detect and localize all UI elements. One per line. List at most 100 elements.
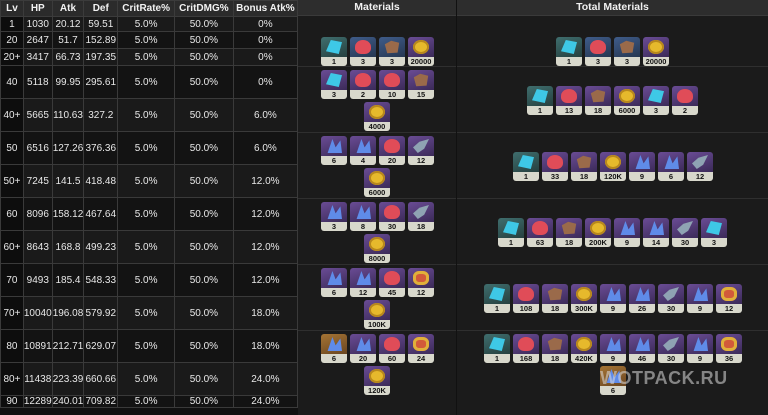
material-item: 3 <box>379 37 405 66</box>
stats-cell-cd: 50.0% <box>174 98 234 132</box>
stats-cell-atk: 168.8 <box>51 230 85 264</box>
material-item: 30 <box>658 284 684 313</box>
stats-cell-cd: 50.0% <box>174 65 234 99</box>
material-qty: 18 <box>571 172 597 181</box>
stats-cell-def: 327.2 <box>83 98 119 132</box>
stats-cell-def: 629.07 <box>83 329 119 363</box>
material-item: 120K <box>364 366 390 395</box>
header-atk: Atk <box>51 0 85 17</box>
ore-icon <box>532 221 548 235</box>
stats-cell-ba: 6.0% <box>232 98 299 132</box>
coin-icon <box>369 171 385 185</box>
material-item: 8000 <box>364 234 390 263</box>
coin-icon <box>413 40 429 54</box>
stats-cell-lv: 40+ <box>0 98 24 132</box>
material-qty: 18 <box>408 222 434 231</box>
material-qty: 1 <box>513 172 539 181</box>
stats-cell-lv: 50 <box>0 131 24 165</box>
header-lv: Lv <box>0 0 24 17</box>
stats-cell-def: 152.89 <box>83 31 119 49</box>
leather-icon <box>590 89 606 103</box>
material-item: 13 <box>556 86 582 115</box>
shard-icon <box>635 287 650 301</box>
material-item: 120K <box>600 152 626 181</box>
leather-icon <box>561 221 577 235</box>
leather-icon <box>576 155 592 169</box>
material-qty: 12 <box>716 304 742 313</box>
stats-cell-cr: 5.0% <box>117 131 176 165</box>
stats-cell-hp: 1030 <box>22 16 53 32</box>
material-item: 1 <box>484 334 510 363</box>
stats-cell-lv: 60+ <box>0 230 24 264</box>
material-item: 6 <box>321 136 347 165</box>
shard-icon <box>693 287 708 301</box>
stats-cell-cd: 50.0% <box>174 395 234 408</box>
material-item: 2 <box>350 70 376 99</box>
material-qty: 1 <box>321 57 347 66</box>
material-qty: 20 <box>379 156 405 165</box>
material-qty: 18 <box>542 354 568 363</box>
material-qty: 18 <box>542 304 568 313</box>
material-item: 18 <box>542 284 568 313</box>
material-item: 14 <box>643 218 669 247</box>
material-qty: 9 <box>687 304 713 313</box>
material-qty: 1 <box>527 106 553 115</box>
material-qty: 9 <box>600 354 626 363</box>
stats-cell-cr: 5.0% <box>117 48 176 66</box>
material-qty: 20 <box>350 354 376 363</box>
material-item: 12 <box>408 136 434 165</box>
stats-cell-lv: 20+ <box>0 48 24 66</box>
material-qty: 36 <box>716 354 742 363</box>
stats-cell-lv: 50+ <box>0 164 24 198</box>
crystal-icon <box>648 89 664 103</box>
stats-cell-def: 376.36 <box>83 131 119 165</box>
group-divider <box>457 264 768 265</box>
material-qty: 12 <box>408 288 434 297</box>
ascension-table-screenshot: Lv HP Atk Def CritRate% CritDMG% Bonus A… <box>0 0 768 415</box>
coin-icon <box>369 237 385 251</box>
gem-icon <box>721 287 737 301</box>
material-item: 30 <box>658 334 684 363</box>
stats-cell-def: 660.66 <box>83 362 119 396</box>
material-qty: 13 <box>556 106 582 115</box>
material-qty: 1 <box>484 304 510 313</box>
material-item: 3 <box>614 37 640 66</box>
stats-cell-ba: 24.0% <box>232 395 299 408</box>
material-qty: 12 <box>350 288 376 297</box>
stats-row: 40 5118 99.95 295.61 5.0% 50.0% 0% <box>0 65 299 99</box>
stats-header-row: Lv HP Atk Def CritRate% CritDMG% Bonus A… <box>0 0 299 17</box>
shard-icon <box>693 337 708 351</box>
stats-cell-def: 295.61 <box>83 65 119 99</box>
material-qty: 9 <box>687 354 713 363</box>
shard-icon <box>356 271 371 285</box>
material-qty: 30 <box>672 238 698 247</box>
material-item: 20000 <box>643 37 669 66</box>
gem-icon <box>413 337 429 351</box>
material-qty: 63 <box>527 238 553 247</box>
ore-icon <box>355 73 371 87</box>
ore-icon <box>384 139 400 153</box>
stats-cell-cr: 5.0% <box>117 230 176 264</box>
material-qty: 100K <box>364 320 390 329</box>
stats-body: 1 1030 20.12 59.51 5.0% 50.0% 0% 20 2647 51.7 152.… <box>0 16 299 408</box>
header-hp: HP <box>22 0 53 17</box>
ore-icon <box>518 337 534 351</box>
material-qty: 1 <box>484 354 510 363</box>
shard-icon <box>356 139 371 153</box>
stats-cell-atk: 110.63 <box>51 98 85 132</box>
material-item: 300K <box>571 284 597 313</box>
material-qty: 6000 <box>364 188 390 197</box>
stats-cell-cr: 5.0% <box>117 395 176 408</box>
shard-icon <box>327 205 342 219</box>
material-qty: 20000 <box>643 57 669 66</box>
stats-cell-def: 499.23 <box>83 230 119 264</box>
material-qty: 26 <box>629 304 655 313</box>
stats-cell-cd: 50.0% <box>174 197 234 231</box>
material-qty: 3 <box>701 238 727 247</box>
material-qty: 33 <box>542 172 568 181</box>
shard-icon <box>606 287 621 301</box>
crystal-icon <box>326 40 342 54</box>
group-divider <box>298 132 456 133</box>
stats-cell-hp: 3417 <box>22 48 53 66</box>
stats-row: 40+ 5665 110.63 327.2 5.0% 50.0% 6.0% <box>0 98 299 132</box>
